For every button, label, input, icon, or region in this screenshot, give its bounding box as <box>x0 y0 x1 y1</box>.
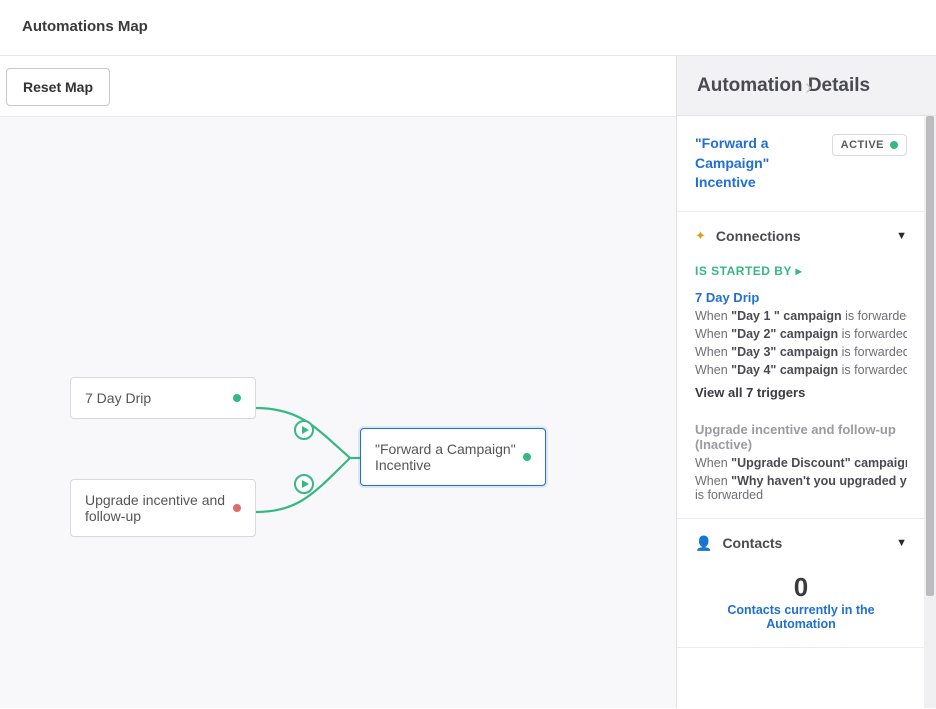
trigger-line: When "Day 4" campaign is forwarded <box>695 363 907 377</box>
connections-section: ✦ Connections ▼ IS STARTED BY ▸ 7 Day Dr… <box>677 212 925 519</box>
connections-icon: ✦ <box>695 228 706 244</box>
sidebar-title: Automation Details <box>697 75 870 97</box>
node-label: Upgrade incentive and follow-up <box>85 492 233 524</box>
status-dot-active-icon <box>523 453 531 461</box>
status-dot-active-icon <box>233 394 241 402</box>
contacts-header[interactable]: 👤 Contacts ▼ <box>695 535 907 552</box>
trigger-line: When "Day 2" campaign is forwarded <box>695 327 907 341</box>
node-7-day-drip[interactable]: 7 Day Drip <box>70 377 256 419</box>
status-label: ACTIVE <box>841 139 884 151</box>
node-label: 7 Day Drip <box>85 390 151 406</box>
automation-canvas[interactable]: 7 Day Drip Upgrade incentive and follow-… <box>0 116 676 708</box>
automation-title-row: "Forward a Campaign" Incentive ACTIVE <box>677 116 925 212</box>
trigger-line: When "Day 3" campaign is forwarded <box>695 345 907 359</box>
contacts-section: 👤 Contacts ▼ 0 Contacts currently in the… <box>677 519 925 648</box>
contacts-in-automation-link[interactable]: Contacts currently in the Automation <box>695 603 907 631</box>
trigger-line: When "Why haven't you upgraded yet?" c <box>695 474 907 488</box>
node-forward-campaign-incentive[interactable]: "Forward a Campaign" Incentive <box>360 428 546 486</box>
trigger-group: Upgrade incentive and follow-up (Inactiv… <box>695 422 907 502</box>
collapse-icon[interactable]: › <box>805 74 812 100</box>
chevron-down-icon: ▼ <box>896 230 907 242</box>
status-badge: ACTIVE <box>832 134 907 156</box>
trigger-group: 7 Day Drip When "Day 1 " campaign is for… <box>695 290 907 400</box>
page-header: Automations Map <box>0 0 936 56</box>
details-sidebar: Automation Details › "Forward a Campaign… <box>676 56 936 708</box>
reset-map-button[interactable]: Reset Map <box>6 68 110 106</box>
automation-name[interactable]: "Forward a Campaign" Incentive <box>695 134 822 193</box>
page-title: Automations Map <box>22 18 914 35</box>
scrollbar[interactable] <box>924 116 936 708</box>
status-dot-active-icon <box>890 141 898 149</box>
trigger-line: is forwarded <box>695 488 907 502</box>
sidebar-header: Automation Details › <box>677 56 936 116</box>
trigger-line: When "Day 1 " campaign is forwarded <box>695 309 907 323</box>
trigger-source-inactive[interactable]: Upgrade incentive and follow-up (Inactiv… <box>695 422 907 452</box>
status-dot-inactive-icon <box>233 504 241 512</box>
connections-header[interactable]: ✦ Connections ▼ <box>695 228 907 244</box>
section-title: Contacts <box>722 535 782 551</box>
trigger-source-link[interactable]: 7 Day Drip <box>695 290 907 305</box>
node-upgrade-incentive[interactable]: Upgrade incentive and follow-up <box>70 479 256 537</box>
trigger-line: When "Upgrade Discount" campaign is forw… <box>695 456 907 470</box>
contacts-icon: 👤 <box>695 535 712 552</box>
started-by-label: IS STARTED BY ▸ <box>695 264 907 278</box>
section-title: Connections <box>716 228 801 244</box>
contacts-count: 0 <box>695 572 907 603</box>
scrollbar-thumb[interactable] <box>926 116 934 596</box>
chevron-down-icon: ▼ <box>896 537 907 549</box>
node-label: "Forward a Campaign" Incentive <box>375 441 523 473</box>
view-all-triggers-link[interactable]: View all 7 triggers <box>695 385 907 400</box>
